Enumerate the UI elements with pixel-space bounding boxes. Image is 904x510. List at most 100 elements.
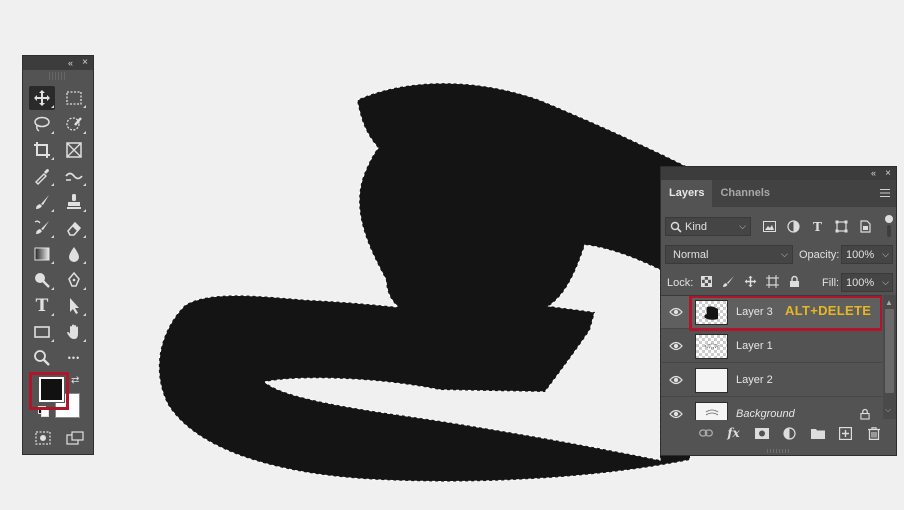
lock-artboard-icon[interactable] xyxy=(764,273,781,290)
lock-all-icon[interactable] xyxy=(786,273,803,290)
adjustment-filter-icon[interactable] xyxy=(785,218,802,235)
new-group-button[interactable] xyxy=(809,425,826,442)
crop-icon xyxy=(34,142,50,158)
collapse-icon[interactable]: « xyxy=(871,167,876,179)
zoom-tool[interactable] xyxy=(29,346,55,370)
dodge-icon xyxy=(35,273,50,288)
brush-icon xyxy=(36,195,49,209)
tab-layers[interactable]: Layers xyxy=(661,180,713,207)
path-select-tool[interactable] xyxy=(61,294,87,318)
adjustment-icon xyxy=(783,426,796,440)
blur-tool[interactable] xyxy=(61,242,87,266)
more-tools[interactable]: ••• xyxy=(61,346,87,370)
layer-thumbnail xyxy=(695,368,728,393)
collapse-icon[interactable]: « xyxy=(68,57,73,69)
new-layer-button[interactable] xyxy=(837,425,854,442)
chevron-down-icon: ⌵ xyxy=(882,249,889,259)
blend-mode-select[interactable]: Normal ⌵ xyxy=(665,245,793,264)
gradient-tool[interactable] xyxy=(29,242,55,266)
lasso-tool[interactable] xyxy=(29,112,55,136)
eyedropper-icon xyxy=(35,169,49,185)
eye-icon[interactable] xyxy=(669,340,683,352)
delete-layer-button[interactable] xyxy=(865,425,882,442)
type-tool[interactable]: T xyxy=(29,294,55,318)
scroll-thumb[interactable] xyxy=(885,309,894,393)
lock-label: Lock: xyxy=(667,277,694,289)
quick-mask-button[interactable] xyxy=(31,428,55,448)
drag-grip[interactable] xyxy=(49,72,67,80)
smart-object-filter-icon[interactable] xyxy=(857,218,874,235)
tab-channels[interactable]: Channels xyxy=(712,180,778,207)
eraser-tool[interactable] xyxy=(61,216,87,240)
mask-icon xyxy=(754,427,769,439)
frame-tool[interactable] xyxy=(61,138,87,162)
tools-bottom-row xyxy=(27,428,91,448)
lock-icon xyxy=(860,408,870,420)
drag-grip[interactable] xyxy=(767,449,789,453)
lock-position-icon[interactable] xyxy=(742,273,759,290)
history-brush-tool[interactable] xyxy=(29,216,55,240)
panel-menu-icon[interactable] xyxy=(880,189,890,197)
layer-name[interactable]: Layer 1 xyxy=(736,340,773,352)
shape-filter-icon[interactable] xyxy=(833,218,850,235)
layer-name[interactable]: Layer 2 xyxy=(736,374,773,386)
quick-select-tool[interactable] xyxy=(61,112,87,136)
layers-panel-header: « × xyxy=(661,167,896,180)
tool-grid: T ••• xyxy=(27,86,91,372)
move-icon xyxy=(34,90,50,106)
link-icon xyxy=(698,429,713,437)
layer-row-layer-3[interactable]: Layer 3 ALT+DELETE xyxy=(661,296,882,331)
type-filter-icon[interactable]: T xyxy=(809,218,826,235)
folder-icon xyxy=(810,428,825,439)
eyedropper-tool[interactable] xyxy=(29,164,55,188)
shape-tool[interactable] xyxy=(29,320,55,344)
crop-tool[interactable] xyxy=(29,138,55,162)
scroll-up-icon[interactable]: ▲ xyxy=(885,298,893,307)
layer-row-layer-2[interactable]: Layer 2 xyxy=(661,364,882,397)
scroll-down-icon[interactable]: ⌵ xyxy=(885,405,891,415)
filter-kind-label: Kind xyxy=(685,220,708,233)
brush-tool[interactable] xyxy=(29,190,55,214)
new-adjustment-button[interactable] xyxy=(781,425,798,442)
lock-transparency-icon[interactable] xyxy=(698,273,715,290)
screen-mode-button[interactable] xyxy=(63,428,87,448)
healing-tool[interactable] xyxy=(61,164,87,188)
hand-tool[interactable] xyxy=(61,320,87,344)
layer-thumbnail xyxy=(695,402,728,420)
marquee-tool[interactable] xyxy=(61,86,87,110)
rectangle-icon xyxy=(34,326,50,338)
layers-scrollbar[interactable]: ▲ ⌵ xyxy=(883,295,896,419)
lock-pixels-icon[interactable] xyxy=(720,273,737,290)
add-mask-button[interactable] xyxy=(753,425,770,442)
chevron-down-icon: ⌵ xyxy=(739,221,746,231)
move-tool[interactable] xyxy=(29,86,55,110)
eye-icon[interactable] xyxy=(669,374,683,386)
layer-row-background[interactable]: Background xyxy=(661,398,882,420)
pen-tool[interactable] xyxy=(61,268,87,292)
close-icon[interactable]: × xyxy=(885,167,891,180)
swap-colors-icon[interactable]: ⇄ xyxy=(71,375,79,386)
layer-row-layer-1[interactable]: Layer 1 xyxy=(661,330,882,363)
healing-icon xyxy=(65,172,83,181)
link-layers-button[interactable] xyxy=(697,425,714,442)
filter-toggle[interactable] xyxy=(885,215,893,237)
eye-icon[interactable] xyxy=(669,408,683,420)
opacity-field[interactable]: 100% ⌵ xyxy=(841,245,893,264)
stamp-tool[interactable] xyxy=(61,190,87,214)
layer-name[interactable]: Background xyxy=(736,408,795,420)
filter-icons: T xyxy=(761,218,874,235)
ellipsis-icon: ••• xyxy=(67,353,81,363)
layer-style-button[interactable]: fx xyxy=(725,425,742,442)
zoom-icon xyxy=(34,350,50,366)
filter-kind-select[interactable]: Kind ⌵ xyxy=(665,217,751,236)
eye-icon[interactable] xyxy=(669,306,683,318)
tools-panel: « × T ••• ⇄ xyxy=(22,55,94,455)
opacity-label: Opacity: xyxy=(799,249,840,261)
fill-label: Fill: xyxy=(822,277,840,289)
fill-field[interactable]: 100% ⌵ xyxy=(841,273,893,292)
layer-thumbnail xyxy=(695,334,728,359)
dodge-tool[interactable] xyxy=(29,268,55,292)
image-filter-icon[interactable] xyxy=(761,218,778,235)
close-icon[interactable]: × xyxy=(82,56,88,69)
quick-select-icon xyxy=(66,117,82,131)
